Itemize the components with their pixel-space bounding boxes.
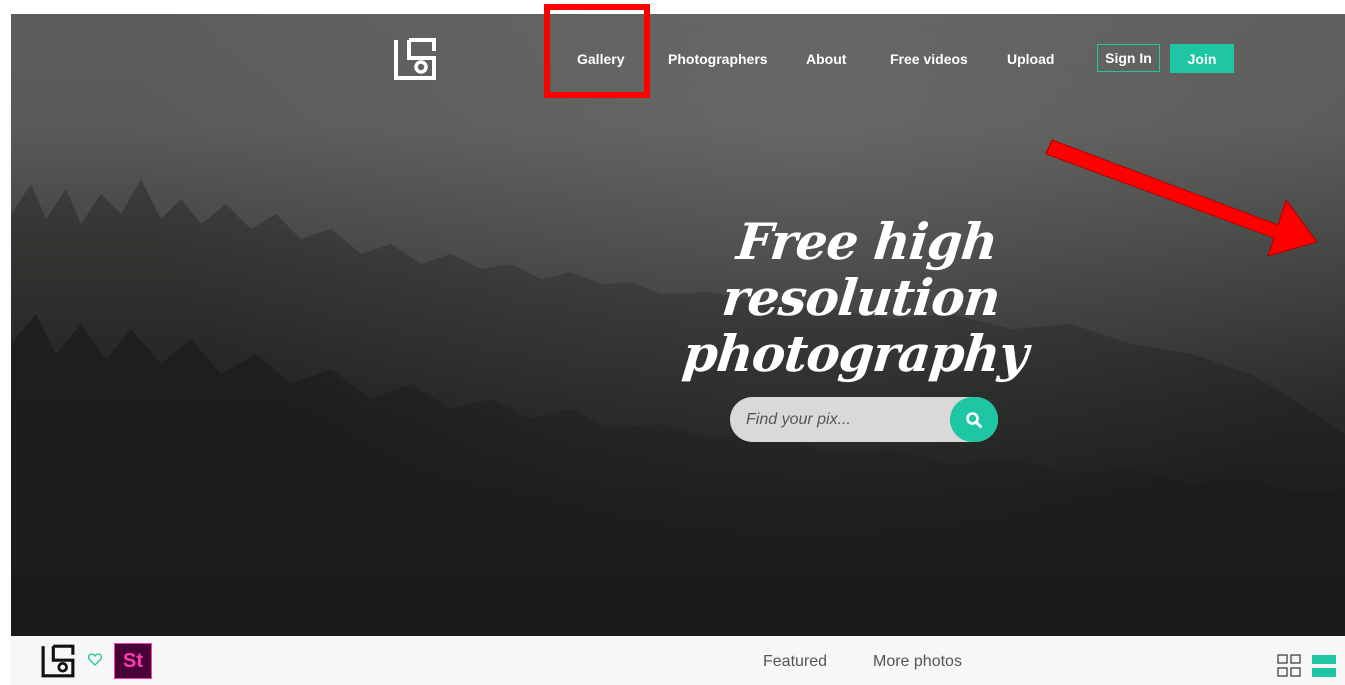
nav-about[interactable]: About [806, 51, 846, 67]
adobe-stock-icon[interactable]: St [114, 643, 152, 679]
search-bar [730, 397, 998, 442]
grid-view-icon[interactable] [1277, 654, 1301, 678]
list-view-icon[interactable] [1312, 654, 1336, 678]
highlight-box-annotation [544, 4, 650, 98]
nav-free-videos[interactable]: Free videos [890, 51, 968, 67]
hero-banner: Gallery Photographers About Free videos … [11, 14, 1345, 636]
search-button[interactable] [950, 397, 998, 442]
nav-photographers[interactable]: Photographers [668, 51, 768, 67]
heart-icon[interactable] [88, 653, 102, 666]
headline-line-2: photography [679, 324, 1031, 383]
red-arrow-annotation [1045, 139, 1318, 257]
join-button[interactable]: Join [1170, 44, 1234, 73]
tab-featured[interactable]: Featured [763, 653, 827, 671]
search-icon [966, 411, 982, 428]
nav-upload[interactable]: Upload [1007, 51, 1054, 67]
search-input[interactable] [746, 397, 946, 442]
stocksnap-logo-icon[interactable] [40, 643, 76, 679]
tab-more-photos[interactable]: More photos [873, 653, 962, 671]
sign-in-button[interactable]: Sign In [1097, 44, 1160, 72]
bottom-toolbar: St Featured More photos [11, 636, 1345, 685]
stocksnap-logo-icon[interactable] [392, 36, 438, 82]
